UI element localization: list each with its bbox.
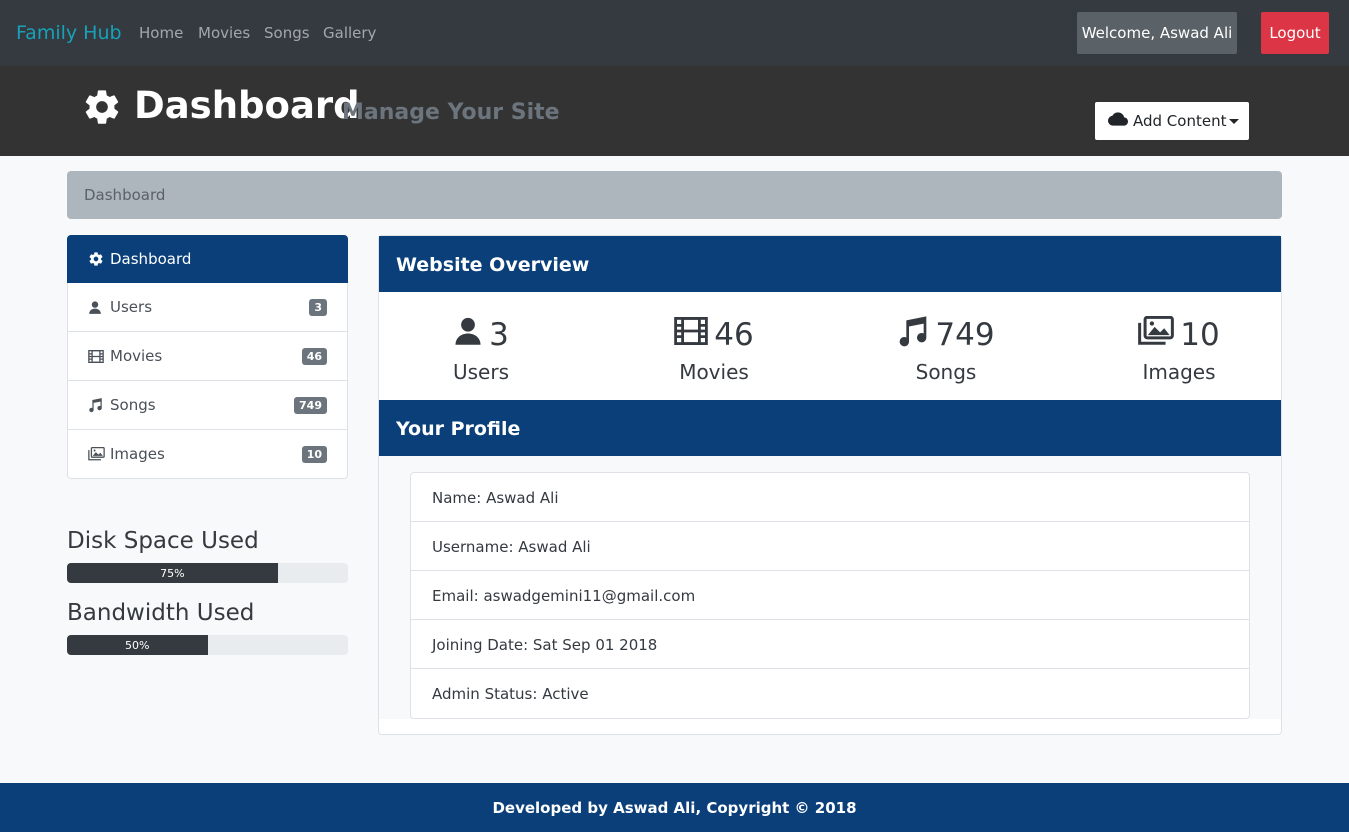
stat-value: 3 xyxy=(489,317,509,353)
main-panel: Website Overview 3 Users 46 Movies 749 S… xyxy=(378,235,1282,735)
gear-icon xyxy=(88,251,106,267)
sidebar-item-movies[interactable]: Movies 46 xyxy=(67,332,348,381)
profile-username: Username: Aswad Ali xyxy=(411,522,1249,571)
count-badge: 46 xyxy=(301,348,327,365)
bandwidth-title: Bandwidth Used xyxy=(67,600,255,626)
sidebar-item-label: Songs xyxy=(110,396,156,414)
gear-icon xyxy=(82,87,122,127)
your-profile-heading: Your Profile xyxy=(379,400,1281,456)
profile-section: Name: Aswad Ali Username: Aswad Ali Emai… xyxy=(379,456,1281,719)
music-icon xyxy=(88,397,106,413)
nav-link-songs[interactable]: Songs xyxy=(264,24,310,42)
music-icon xyxy=(897,315,935,355)
stat-users: 3 Users xyxy=(381,316,581,384)
nav-link-gallery[interactable]: Gallery xyxy=(323,24,376,42)
sidebar-item-label: Dashboard xyxy=(110,250,192,268)
user-icon xyxy=(88,300,106,315)
stat-value: 10 xyxy=(1180,317,1220,353)
nav-link-home[interactable]: Home xyxy=(139,24,183,42)
film-icon xyxy=(88,349,106,363)
add-content-label: Add Content xyxy=(1133,112,1227,130)
profile-email: Email: aswadgemini11@gmail.com xyxy=(411,571,1249,620)
profile-admin-status: Admin Status: Active xyxy=(432,685,589,703)
profile-joining-date: Joining Date: Sat Sep 01 2018 xyxy=(411,620,1249,669)
count-badge: 749 xyxy=(294,397,327,414)
sidebar: Dashboard Users 3 Movies 46 Songs 749 Im… xyxy=(67,235,348,479)
sidebar-item-songs[interactable]: Songs 749 xyxy=(67,381,348,430)
stat-label: Users xyxy=(452,360,509,384)
sidebar-item-users[interactable]: Users 3 xyxy=(67,283,348,332)
website-overview-heading: Website Overview xyxy=(379,236,1281,292)
stat-label: Movies xyxy=(679,360,749,384)
images-icon xyxy=(88,447,106,461)
sidebar-item-label: Movies xyxy=(110,347,163,365)
logout-button[interactable]: Logout xyxy=(1261,12,1329,54)
count-badge: 10 xyxy=(301,446,327,463)
images-icon xyxy=(1138,315,1180,354)
stat-movies: 46 Movies xyxy=(614,316,814,384)
sidebar-item-label: Images xyxy=(110,445,165,463)
bandwidth-progress: 50% xyxy=(67,635,348,655)
page-title: Dashboard xyxy=(134,84,360,127)
stat-value: 46 xyxy=(714,317,754,353)
stat-songs: 749 Songs xyxy=(846,316,1046,384)
brand-link[interactable]: Family Hub xyxy=(16,22,122,44)
profile-list: Name: Aswad Ali Username: Aswad Ali Emai… xyxy=(410,472,1250,719)
top-navbar: Family Hub Home Movies Songs Gallery Wel… xyxy=(0,0,1349,66)
stat-label: Images xyxy=(1142,360,1216,384)
cloud-icon xyxy=(1108,112,1133,130)
disk-space-progress: 75% xyxy=(67,563,348,583)
film-icon xyxy=(674,317,714,353)
count-badge: 3 xyxy=(309,299,327,316)
breadcrumb: Dashboard xyxy=(67,171,1282,219)
page-header: Dashboard Manage Your Site Add Content xyxy=(0,66,1349,156)
user-icon xyxy=(453,315,489,355)
stat-value: 749 xyxy=(935,317,995,353)
sidebar-item-images[interactable]: Images 10 xyxy=(67,430,348,479)
stat-label: Songs xyxy=(915,360,977,384)
footer: Developed by Aswad Ali, Copyright © 2018 xyxy=(0,783,1349,832)
sidebar-item-label: Users xyxy=(110,298,153,316)
sidebar-item-dashboard[interactable]: Dashboard xyxy=(67,235,348,283)
stat-images: 10 Images xyxy=(1079,315,1279,384)
disk-space-progress-fill: 75% xyxy=(67,563,278,583)
page-subtitle: Manage Your Site xyxy=(342,100,560,125)
bandwidth-progress-fill: 50% xyxy=(67,635,208,655)
disk-space-title: Disk Space Used xyxy=(67,528,259,554)
add-content-dropdown[interactable]: Add Content xyxy=(1095,102,1249,140)
welcome-button[interactable]: Welcome, Aswad Ali xyxy=(1077,12,1237,54)
profile-name: Name: Aswad Ali xyxy=(411,473,1249,522)
nav-link-movies[interactable]: Movies xyxy=(198,24,250,42)
caret-down-icon xyxy=(1229,119,1240,124)
